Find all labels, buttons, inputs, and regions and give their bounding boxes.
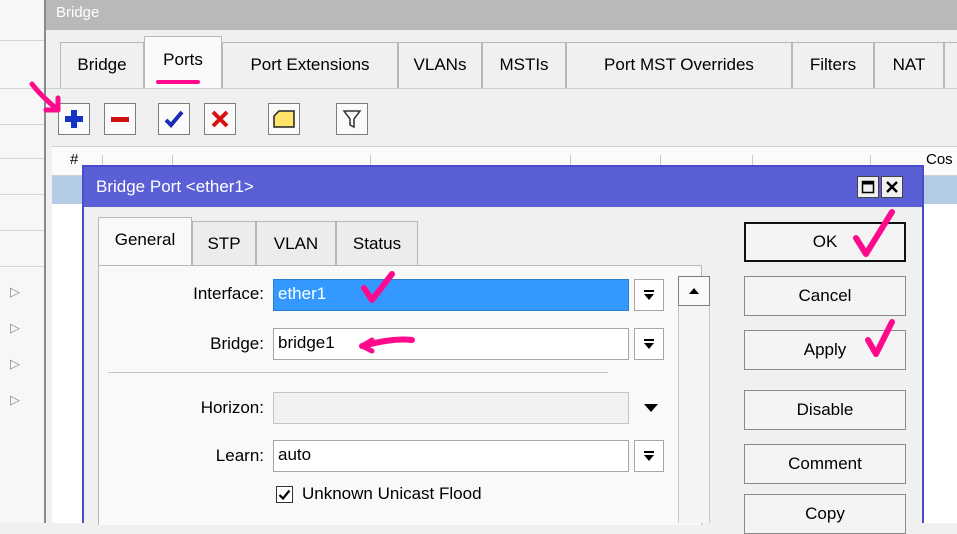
tab-mstis[interactable]: MSTIs bbox=[482, 42, 566, 88]
copy-button[interactable]: Copy bbox=[744, 494, 906, 534]
horizon-expand-button[interactable] bbox=[636, 392, 666, 424]
tab-nat[interactable]: NAT bbox=[874, 42, 944, 88]
menu-arrow-icon[interactable]: ▷ bbox=[10, 320, 20, 336]
enable-button[interactable] bbox=[158, 103, 190, 135]
expand-arrow-icon bbox=[644, 404, 658, 412]
dialog-title: Bridge Port <ether1> bbox=[84, 167, 922, 207]
ok-button[interactable]: OK bbox=[744, 222, 906, 262]
maximize-icon bbox=[861, 180, 875, 194]
dropdown-arrow-icon bbox=[644, 339, 654, 349]
tab-vlans[interactable]: VLANs bbox=[398, 42, 482, 88]
minus-icon bbox=[111, 117, 129, 122]
tab-stp[interactable]: STP bbox=[192, 221, 256, 265]
check-icon bbox=[164, 110, 184, 128]
column-header-number[interactable]: # bbox=[70, 151, 78, 168]
toolbar bbox=[46, 88, 957, 146]
column-header-cost[interactable]: Cos bbox=[926, 151, 953, 168]
annotation-underline bbox=[156, 80, 200, 84]
checkmark-icon bbox=[278, 489, 291, 501]
tab-filters[interactable]: Filters bbox=[792, 42, 874, 88]
interface-field[interactable]: ether1 bbox=[273, 279, 629, 311]
funnel-icon bbox=[342, 110, 362, 129]
add-button[interactable] bbox=[58, 103, 90, 135]
tab-general[interactable]: General bbox=[98, 217, 192, 266]
tab-vlan[interactable]: VLAN bbox=[256, 221, 336, 265]
tab-bridge[interactable]: Bridge bbox=[60, 42, 144, 88]
interface-label: Interface: bbox=[193, 284, 264, 303]
learn-dropdown-button[interactable] bbox=[634, 440, 664, 472]
learn-label: Learn: bbox=[215, 446, 264, 465]
remove-button[interactable] bbox=[104, 103, 136, 135]
form-scrollbar[interactable] bbox=[678, 276, 710, 523]
filter-button[interactable] bbox=[336, 103, 368, 135]
menu-arrow-icon[interactable]: ▷ bbox=[10, 284, 20, 300]
menu-arrow-icon[interactable]: ▷ bbox=[10, 392, 20, 408]
maximize-button[interactable] bbox=[857, 176, 879, 198]
comment-button[interactable] bbox=[268, 103, 300, 135]
tab-status[interactable]: Status bbox=[336, 221, 418, 265]
x-icon bbox=[211, 110, 229, 128]
dropdown-arrow-icon bbox=[644, 290, 654, 300]
tab-port-mst-overrides[interactable]: Port MST Overrides bbox=[566, 42, 792, 88]
disable-button[interactable] bbox=[204, 103, 236, 135]
close-button[interactable] bbox=[881, 176, 903, 198]
disable-button[interactable]: Disable bbox=[744, 390, 906, 430]
dialog-title-text: Bridge Port <ether1> bbox=[96, 177, 254, 196]
left-side-panel: ▷ ▷ ▷ ▷ bbox=[0, 0, 44, 523]
scroll-up-button[interactable] bbox=[678, 276, 710, 306]
learn-field[interactable]: auto bbox=[273, 440, 629, 472]
comment-button[interactable]: Comment bbox=[744, 444, 906, 484]
close-icon bbox=[886, 181, 898, 193]
unknown-unicast-flood-label: Unknown Unicast Flood bbox=[302, 484, 482, 503]
dropdown-arrow-icon bbox=[644, 451, 654, 461]
scroll-up-icon bbox=[689, 288, 699, 294]
tab-overflow[interactable] bbox=[944, 42, 957, 88]
interface-dropdown-button[interactable] bbox=[634, 279, 664, 311]
menu-arrow-icon[interactable]: ▷ bbox=[10, 356, 20, 372]
plus-icon bbox=[65, 110, 83, 128]
bridge-dropdown-button[interactable] bbox=[634, 328, 664, 360]
note-icon bbox=[273, 110, 295, 128]
bridge-field[interactable]: bridge1 bbox=[273, 328, 629, 360]
bridge-label: Bridge: bbox=[210, 334, 264, 353]
horizon-label: Horizon: bbox=[200, 398, 264, 417]
tab-port-extensions[interactable]: Port Extensions bbox=[222, 42, 398, 88]
unknown-unicast-flood-checkbox[interactable] bbox=[276, 486, 293, 503]
form-separator bbox=[108, 372, 608, 373]
parent-window-title: Bridge bbox=[46, 0, 957, 30]
cancel-button[interactable]: Cancel bbox=[744, 276, 906, 316]
apply-button[interactable]: Apply bbox=[744, 330, 906, 370]
parent-tab-bar: Bridge Ports Port Extensions VLANs MSTIs… bbox=[46, 30, 957, 89]
horizon-field[interactable] bbox=[273, 392, 629, 424]
